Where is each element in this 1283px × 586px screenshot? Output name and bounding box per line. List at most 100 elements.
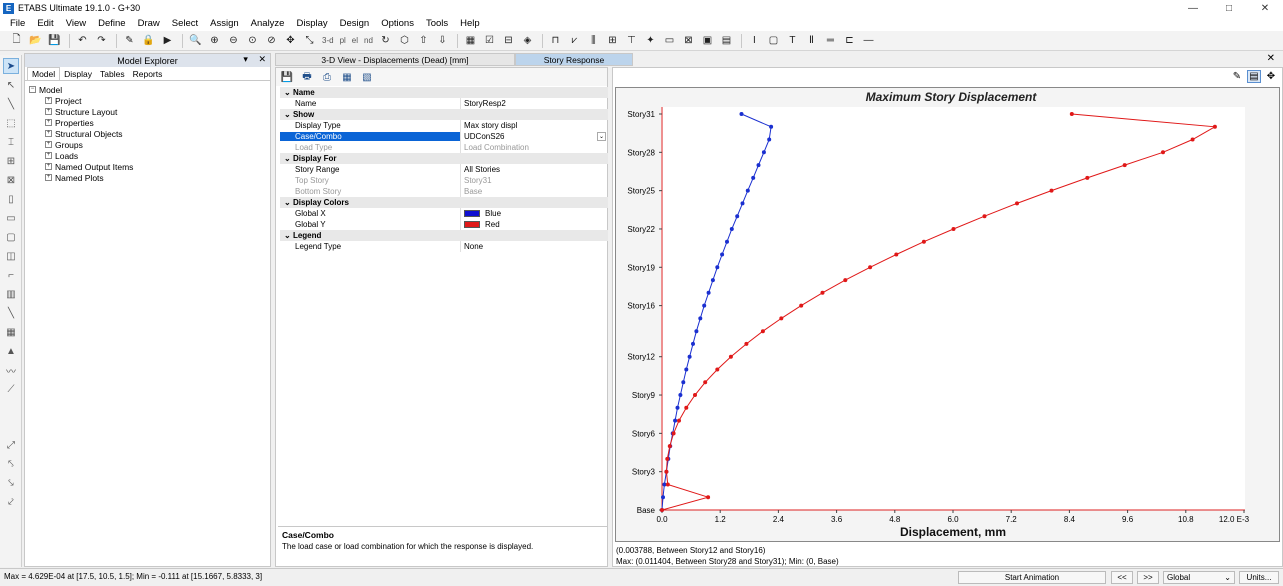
data-point[interactable] [715, 265, 720, 270]
data-point[interactable] [868, 265, 873, 270]
save-icon[interactable]: 💾 [46, 33, 63, 48]
tab-display[interactable]: Display [60, 68, 96, 80]
data-point[interactable] [673, 418, 678, 423]
draw-frame-icon[interactable]: ⊓ [547, 33, 564, 48]
draw-dimension-icon[interactable]: ▲ [3, 343, 19, 359]
data-point[interactable] [1049, 188, 1054, 193]
tree-root[interactable]: − Model [29, 84, 266, 95]
menu-help[interactable]: Help [454, 18, 486, 29]
property-category[interactable]: ⌄ Display Colors [280, 197, 608, 208]
tab-reports[interactable]: Reports [129, 68, 167, 80]
draw-opening-icon[interactable]: ⊠ [680, 33, 697, 48]
draw-beam-icon[interactable]: ⊞ [604, 33, 621, 48]
data-point[interactable] [671, 431, 676, 436]
perspective-icon[interactable]: ⬡ [396, 33, 413, 48]
set-display-options-icon[interactable]: ▦ [462, 33, 479, 48]
chart-pan-icon[interactable]: ✥ [1264, 70, 1278, 83]
menu-draw[interactable]: Draw [132, 18, 166, 29]
menu-select[interactable]: Select [166, 18, 204, 29]
data-point[interactable] [745, 188, 750, 193]
collapse-chevron-icon[interactable]: ⌄ [284, 110, 293, 119]
data-point[interactable] [687, 354, 692, 359]
draw-line-icon[interactable]: ╲ [3, 96, 19, 112]
tree-item-groups[interactable]: + Groups [29, 139, 266, 150]
property-row[interactable]: Legend Type None [280, 241, 608, 252]
lock-icon[interactable]: 🔒 [140, 33, 157, 48]
menu-define[interactable]: Define [92, 18, 131, 29]
table-icon[interactable]: ▦ [339, 71, 355, 84]
tab-model[interactable]: Model [27, 67, 61, 80]
dropdown-arrow-icon[interactable]: ⌄ [597, 132, 606, 141]
undo-icon[interactable]: ↶ [74, 33, 91, 48]
property-row[interactable]: Name StoryResp2 [280, 98, 608, 109]
run-analysis-icon[interactable]: ▶ [159, 33, 176, 48]
data-point[interactable] [729, 227, 734, 231]
extrude-icon[interactable]: ◈ [519, 33, 536, 48]
tree-item-named-output-items[interactable]: + Named Output Items [29, 161, 266, 172]
section-line-icon[interactable]: ═ [822, 33, 839, 48]
menu-analyze[interactable]: Analyze [245, 18, 291, 29]
elevation-view-button[interactable]: el [350, 33, 360, 48]
data-point[interactable] [740, 201, 745, 206]
data-point[interactable] [694, 329, 699, 334]
draw-deck-icon[interactable]: ▤ [718, 33, 735, 48]
tree-item-properties[interactable]: + Properties [29, 117, 266, 128]
zoom-window-icon[interactable]: 🔍 [187, 33, 204, 48]
draw-mesh-icon[interactable]: ▦ [3, 324, 19, 340]
redo-icon[interactable]: ↷ [93, 33, 110, 48]
property-value[interactable]: None [460, 241, 608, 252]
save-plot-icon[interactable]: 💾 [279, 71, 295, 84]
zoom-full-icon[interactable]: ⊙ [244, 33, 261, 48]
data-point[interactable] [769, 124, 774, 129]
data-point[interactable] [744, 341, 749, 346]
expand-icon[interactable]: + [45, 130, 52, 137]
data-point[interactable] [843, 278, 848, 283]
rubber-band-icon[interactable]: ⤡ [301, 33, 318, 48]
property-row[interactable]: Global Y Red [280, 219, 608, 230]
draw-ruler-icon[interactable]: ⟋ [3, 381, 19, 397]
data-point[interactable] [1190, 137, 1195, 142]
data-point[interactable] [661, 495, 665, 500]
property-value[interactable]: UDConS26 ⌄ [460, 131, 608, 142]
expand-icon[interactable]: + [45, 152, 52, 159]
property-row[interactable]: Display Type Max story displ [280, 120, 608, 131]
menu-edit[interactable]: Edit [31, 18, 59, 29]
tree-item-structure-layout[interactable]: + Structure Layout [29, 106, 266, 117]
data-point[interactable] [678, 393, 683, 397]
color-swatch[interactable] [464, 210, 480, 217]
expand-icon[interactable]: + [45, 119, 52, 126]
data-point[interactable] [1212, 124, 1217, 129]
minimize-button[interactable]: — [1175, 0, 1211, 16]
get-previous-icon[interactable]: ⤦ [3, 494, 19, 510]
draw-rect-area-icon[interactable]: ▢ [3, 229, 19, 245]
coordinate-system-select[interactable]: Global ⌄ [1163, 571, 1235, 584]
expand-icon[interactable]: + [45, 174, 52, 181]
data-point[interactable] [715, 367, 720, 372]
data-point[interactable] [951, 227, 956, 231]
section-channel-icon[interactable]: ⊏ [841, 33, 858, 48]
data-point[interactable] [751, 175, 756, 180]
data-point[interactable] [706, 495, 711, 500]
pencil-icon[interactable]: ✎ [121, 33, 138, 48]
draw-region-icon[interactable]: ⬚ [3, 115, 19, 131]
expand-icon[interactable]: + [45, 97, 52, 104]
property-value[interactable]: Max story displ [460, 120, 608, 131]
menu-tools[interactable]: Tools [420, 18, 454, 29]
data-point[interactable] [667, 444, 672, 449]
draw-brace-icon[interactable]: ⩗ [566, 33, 583, 48]
start-animation-button[interactable]: Start Animation [958, 571, 1106, 584]
draw-spring-icon[interactable]: 〰 [3, 362, 19, 378]
zoom-in-icon[interactable]: ⊕ [206, 33, 223, 48]
collapse-chevron-icon[interactable]: ⌄ [284, 198, 293, 207]
next-button[interactable]: >> [1137, 571, 1159, 584]
section-i-icon[interactable]: I [746, 33, 763, 48]
nd-view-button[interactable]: nd [362, 33, 375, 48]
data-point[interactable] [660, 508, 664, 512]
data-point[interactable] [767, 137, 772, 142]
property-row[interactable]: Story Range All Stories [280, 164, 608, 175]
data-point[interactable] [720, 252, 725, 257]
data-point[interactable] [894, 252, 899, 257]
chart-options-icon[interactable]: ▧ [359, 71, 375, 84]
draw-slab-icon[interactable]: ▣ [699, 33, 716, 48]
section-wide-icon[interactable]: Ⅱ [803, 33, 820, 48]
